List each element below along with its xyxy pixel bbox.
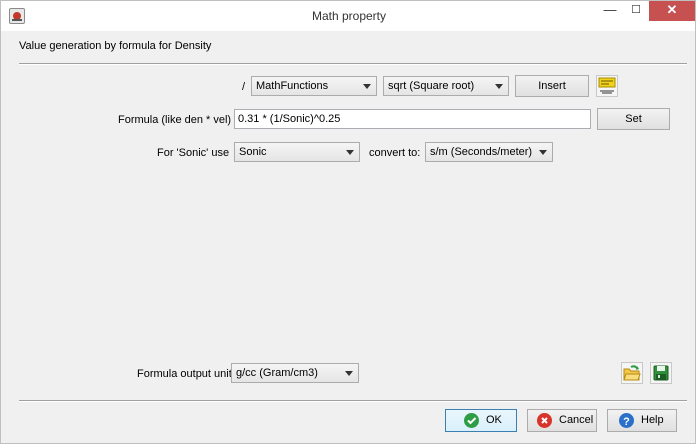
open-folder-icon bbox=[623, 365, 641, 381]
divider-top bbox=[19, 63, 687, 65]
output-unit-value: g/cc (Gram/cm3) bbox=[236, 367, 318, 379]
svg-text:?: ? bbox=[623, 416, 630, 428]
formula-editor-icon bbox=[598, 77, 616, 94]
save-disk-icon bbox=[653, 365, 669, 381]
chevron-down-icon bbox=[363, 84, 371, 89]
help-question-icon: ? bbox=[619, 413, 634, 428]
ok-label: OK bbox=[486, 414, 502, 426]
maximize-button[interactable]: ☐ bbox=[623, 1, 649, 21]
variable-use-label: For 'Sonic' use bbox=[157, 147, 230, 159]
chevron-down-icon bbox=[346, 150, 354, 155]
formula-input[interactable] bbox=[234, 109, 591, 129]
help-label: Help bbox=[641, 414, 664, 426]
minimize-button[interactable]: — bbox=[597, 1, 623, 21]
output-unit-select[interactable]: g/cc (Gram/cm3) bbox=[231, 363, 359, 383]
variable-unit-select[interactable]: s/m (Seconds/meter) bbox=[425, 142, 553, 162]
convert-to-label: convert to: bbox=[369, 147, 421, 159]
function-category-value: MathFunctions bbox=[256, 80, 329, 92]
ok-button[interactable]: OK bbox=[445, 409, 517, 432]
variable-unit-value: s/m (Seconds/meter) bbox=[430, 146, 533, 158]
functions-divider-label: / bbox=[242, 81, 246, 93]
function-value: sqrt (Square root) bbox=[388, 80, 475, 92]
title-bar[interactable]: Math property — ☐ ✕ bbox=[1, 1, 695, 31]
chevron-down-icon bbox=[345, 371, 353, 376]
variable-source-value: Sonic bbox=[239, 146, 267, 158]
chevron-down-icon bbox=[495, 84, 503, 89]
help-button[interactable]: ? Help bbox=[607, 409, 677, 432]
output-unit-label: Formula output unit bbox=[137, 368, 232, 380]
cancel-label: Cancel bbox=[559, 414, 594, 426]
divider-bottom bbox=[19, 400, 687, 402]
variable-source-select[interactable]: Sonic bbox=[234, 142, 360, 162]
function-select[interactable]: sqrt (Square root) bbox=[383, 76, 509, 96]
cancel-button[interactable]: Cancel bbox=[527, 409, 597, 432]
close-button[interactable]: ✕ bbox=[649, 1, 695, 21]
cancel-x-icon bbox=[537, 413, 552, 428]
function-category-select[interactable]: MathFunctions bbox=[251, 76, 377, 96]
dialog-window: Math property — ☐ ✕ Value generation by … bbox=[0, 0, 696, 444]
save-button[interactable] bbox=[650, 362, 672, 384]
open-button[interactable] bbox=[621, 362, 643, 384]
dialog-content: Value generation by formula for Density … bbox=[9, 32, 687, 436]
set-button[interactable]: Set bbox=[597, 108, 670, 130]
formula-editor-button[interactable] bbox=[596, 75, 618, 97]
formula-label: Formula (like den * vel) bbox=[118, 114, 232, 126]
dialog-heading: Value generation by formula for Density bbox=[19, 40, 212, 52]
check-icon bbox=[464, 413, 479, 428]
chevron-down-icon bbox=[539, 150, 547, 155]
window-title: Math property bbox=[311, 9, 387, 23]
insert-button[interactable]: Insert bbox=[515, 75, 589, 97]
